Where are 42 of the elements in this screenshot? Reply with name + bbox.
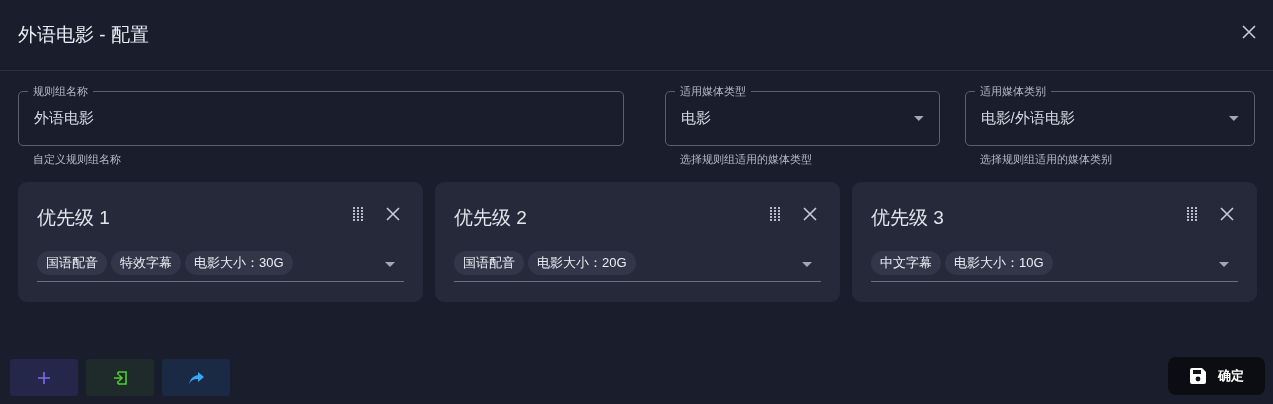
caret-icon: [802, 262, 812, 267]
field-hint: 选择规则组适用的媒体类型: [678, 152, 813, 167]
close-icon[interactable]: [1220, 207, 1234, 221]
share-arrow-icon: [188, 371, 204, 384]
drag-handle-icon[interactable]: [1187, 207, 1198, 221]
tag-chip: 中文字幕: [871, 251, 941, 275]
import-button[interactable]: [86, 359, 154, 396]
save-icon: [1189, 368, 1206, 384]
tag-chip: 国语配音: [37, 251, 107, 275]
priority-title: 优先级 2: [454, 206, 528, 230]
drag-handle-icon[interactable]: [353, 207, 364, 221]
caret-icon: [1229, 116, 1239, 121]
select-field[interactable]: 中文字幕 电影大小：10G: [871, 248, 1238, 282]
field-label: 适用媒体类型: [674, 84, 751, 98]
field-value: 电影: [680, 109, 712, 128]
caret-icon: [385, 262, 395, 267]
close-icon[interactable]: [1242, 25, 1256, 39]
share-button[interactable]: [162, 359, 230, 396]
select-field[interactable]: 国语配音 电影大小：20G: [454, 248, 821, 282]
select-field[interactable]: 国语配音 特效字幕 电影大小：30G: [37, 248, 404, 282]
field-label: 适用媒体类别: [974, 84, 1051, 98]
field-value: 外语电影: [34, 109, 95, 128]
field-hint: 自定义规则组名称: [32, 152, 122, 167]
caret-icon: [913, 116, 924, 121]
tag-chip: 电影大小：20G: [528, 251, 636, 275]
caret-icon: [1219, 262, 1229, 267]
tag-chip: 电影大小：30G: [185, 251, 293, 275]
field-hint: 选择规则组适用的媒体类别: [978, 152, 1113, 167]
priority-title: 优先级 3: [871, 206, 945, 230]
priority-title: 优先级 1: [37, 206, 111, 230]
confirm-button[interactable]: 确定: [1168, 357, 1265, 395]
tag-chip: 电影大小：10G: [945, 251, 1053, 275]
field-label: 规则组名称: [28, 84, 93, 98]
import-icon: [113, 370, 127, 385]
close-icon[interactable]: [803, 207, 817, 221]
drag-handle-icon[interactable]: [770, 207, 781, 221]
plus-icon: [38, 371, 50, 384]
tag-chip: 国语配音: [454, 251, 524, 275]
dialog-title: 外语电影 - 配置: [18, 23, 149, 47]
close-icon[interactable]: [386, 207, 400, 221]
tag-chip: 特效字幕: [111, 251, 181, 275]
field-value: 电影/外语电影: [980, 109, 1076, 128]
